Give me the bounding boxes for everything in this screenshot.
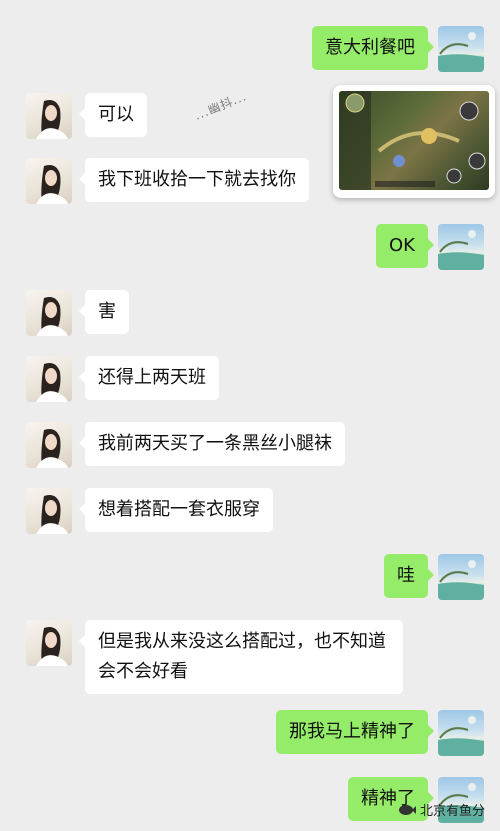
self-avatar[interactable] bbox=[438, 554, 484, 600]
girl-avatar-icon bbox=[36, 495, 68, 534]
girl-avatar-icon bbox=[36, 100, 68, 139]
message-bubble-outgoing[interactable]: 那我马上精神了 bbox=[276, 710, 434, 754]
fish-logo-icon bbox=[399, 804, 416, 815]
message-bubble-outgoing[interactable]: 意大利餐吧 bbox=[312, 26, 434, 70]
footer-badge-text: 北京有鱼分 bbox=[420, 804, 486, 819]
contact-avatar[interactable] bbox=[26, 620, 72, 666]
girl-avatar-icon bbox=[36, 627, 68, 666]
self-avatar[interactable] bbox=[438, 26, 484, 72]
watermark: ...幽抖... bbox=[192, 89, 249, 123]
contact-avatar[interactable] bbox=[26, 290, 72, 336]
beach-avatar-icon bbox=[438, 716, 484, 756]
girl-avatar-icon bbox=[36, 363, 68, 402]
message-bubble-incoming[interactable]: 想着搭配一套衣服穿 bbox=[79, 488, 273, 532]
message-bubble-incoming[interactable]: 我下班收拾一下就去找你 bbox=[79, 158, 309, 202]
floating-video-window[interactable] bbox=[333, 85, 495, 198]
message-bubble-outgoing[interactable]: OK bbox=[376, 224, 434, 268]
message-bubble-incoming[interactable]: 害 bbox=[79, 290, 129, 334]
message-bubble-incoming[interactable]: 我前两天买了一条黑丝小腿袜 bbox=[79, 422, 345, 466]
beach-avatar-icon bbox=[438, 560, 484, 600]
game-video-icon[interactable] bbox=[339, 91, 489, 190]
contact-avatar[interactable] bbox=[26, 356, 72, 402]
girl-avatar-icon bbox=[36, 165, 68, 204]
self-avatar[interactable] bbox=[438, 710, 484, 756]
message-bubble-incoming[interactable]: 但是我从来没这么搭配过，也不知道会不会好看 bbox=[79, 620, 403, 694]
message-bubble-incoming[interactable]: 还得上两天班 bbox=[79, 356, 219, 400]
contact-avatar[interactable] bbox=[26, 93, 72, 139]
message-bubble-outgoing[interactable]: 哇 bbox=[384, 554, 434, 598]
girl-avatar-icon bbox=[36, 429, 68, 468]
contact-avatar[interactable] bbox=[26, 488, 72, 534]
self-avatar[interactable] bbox=[438, 224, 484, 270]
contact-avatar[interactable] bbox=[26, 158, 72, 204]
girl-avatar-icon bbox=[36, 297, 68, 336]
footer-watermark-badge: 北京有鱼分 bbox=[398, 800, 485, 819]
beach-avatar-icon bbox=[438, 32, 484, 72]
beach-avatar-icon bbox=[438, 230, 484, 270]
contact-avatar[interactable] bbox=[26, 422, 72, 468]
message-bubble-incoming[interactable]: 可以 bbox=[79, 93, 147, 137]
